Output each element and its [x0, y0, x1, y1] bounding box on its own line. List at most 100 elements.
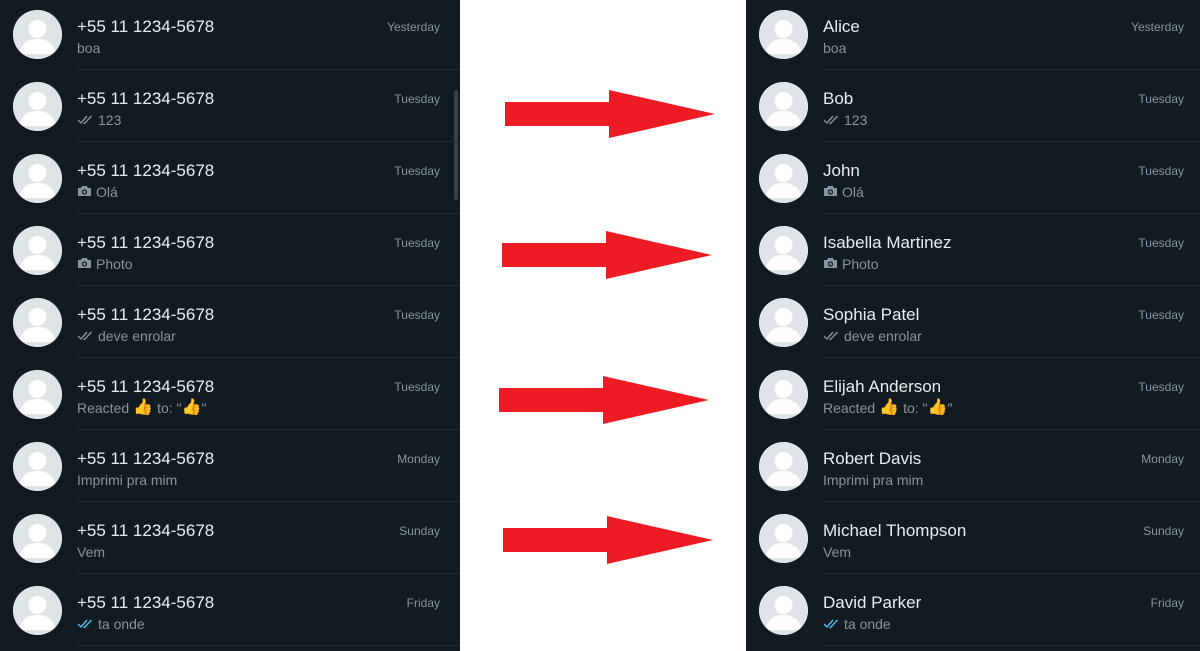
preview-text: boa — [823, 40, 847, 56]
avatar-icon[interactable] — [13, 298, 62, 347]
avatar-icon[interactable] — [13, 586, 62, 635]
message-preview: Photo — [823, 256, 879, 272]
message-preview: Imprimi pra mim — [823, 472, 923, 488]
chat-name: +55 11 1234-5678 — [77, 161, 215, 180]
chat-row[interactable]: +55 11 1234-5678 Monday Imprimi pra mim — [0, 430, 460, 502]
chat-name: +55 11 1234-5678 — [77, 305, 215, 324]
message-preview: deve enrolar — [77, 328, 176, 344]
row-divider — [77, 645, 460, 646]
reaction-to-text: to: " — [157, 400, 182, 416]
preview-text: Olá — [96, 184, 118, 200]
preview-text: deve enrolar — [98, 328, 176, 344]
camera-icon — [823, 184, 838, 200]
chat-row[interactable]: Sophia Patel Tuesday deve enrolar — [746, 286, 1200, 358]
preview-text: ta onde — [844, 616, 891, 632]
avatar-icon[interactable] — [13, 10, 62, 59]
chat-name: +55 11 1234-5678 — [77, 449, 215, 468]
chat-timestamp: Tuesday — [1138, 92, 1184, 106]
avatar-icon[interactable] — [759, 370, 808, 419]
chat-row[interactable]: John Tuesday Olá — [746, 142, 1200, 214]
avatar-icon[interactable] — [759, 82, 808, 131]
message-preview: boa — [823, 40, 846, 56]
preview-text: Reacted — [823, 400, 876, 416]
avatar-icon[interactable] — [13, 82, 62, 131]
chat-name: +55 11 1234-5678 — [77, 233, 215, 252]
chat-row[interactable]: +55 11 1234-5678 Yesterday boa — [0, 0, 460, 70]
chat-row[interactable]: +55 11 1234-5678 Tuesday 123 — [0, 70, 460, 142]
right-arrow-icon — [503, 516, 715, 564]
double-check-icon — [823, 112, 840, 128]
thumbs-up-icon: 👍 — [133, 399, 154, 416]
avatar-icon[interactable] — [759, 226, 808, 275]
preview-text: Vem — [77, 544, 106, 560]
chat-timestamp: Monday — [1141, 452, 1184, 466]
avatar-icon[interactable] — [759, 442, 808, 491]
avatar-icon[interactable] — [13, 442, 62, 491]
chat-timestamp: Yesterday — [387, 20, 440, 34]
chat-name: Isabella Martinez — [823, 233, 952, 252]
chat-timestamp: Sunday — [1143, 524, 1184, 538]
chat-name: Alice — [823, 17, 860, 36]
avatar-icon[interactable] — [13, 514, 62, 563]
preview-text: Imprimi pra mim — [823, 472, 924, 488]
chat-row[interactable]: Bob Tuesday 123 — [746, 70, 1200, 142]
preview-text: Vem — [823, 544, 852, 560]
chat-timestamp: Tuesday — [1138, 164, 1184, 178]
chat-name: Bob — [823, 89, 854, 108]
double-check-icon — [77, 112, 94, 128]
chat-row[interactable]: Alice Yesterday boa — [746, 0, 1200, 70]
chat-timestamp: Tuesday — [394, 164, 440, 178]
preview-text: deve enrolar — [844, 328, 922, 344]
thumbs-up-icon: 👍 — [181, 399, 202, 416]
chat-list-before: +55 11 1234-5678 Yesterday boa +55 11 1234-… — [0, 0, 460, 651]
message-preview: ta onde — [77, 616, 145, 632]
double-check-icon — [823, 616, 840, 632]
avatar-icon[interactable] — [759, 514, 808, 563]
right-arrow-icon — [505, 90, 717, 138]
chat-timestamp: Tuesday — [1138, 380, 1184, 394]
chat-name: Elijah Anderson — [823, 377, 942, 396]
chat-row[interactable]: +55 11 1234-5678 Tuesday deve enrolar — [0, 286, 460, 358]
avatar-icon[interactable] — [13, 226, 62, 275]
chat-name: John — [823, 161, 860, 180]
avatar-icon[interactable] — [13, 154, 62, 203]
right-arrow-icon — [499, 376, 711, 424]
chat-row[interactable]: +55 11 1234-5678 Friday ta onde — [0, 574, 460, 646]
avatar-icon[interactable] — [13, 370, 62, 419]
message-preview: 123 — [77, 112, 121, 128]
preview-text: Reacted — [77, 400, 130, 416]
chat-name: +55 11 1234-5678 — [77, 377, 215, 396]
message-preview: Olá — [77, 184, 118, 200]
chat-timestamp: Tuesday — [1138, 236, 1184, 250]
chat-timestamp: Tuesday — [394, 380, 440, 394]
preview-text: 123 — [98, 112, 122, 128]
message-preview: Reacted 👍 to: " 👍 " — [77, 399, 206, 417]
preview-text: 123 — [844, 112, 868, 128]
avatar-icon[interactable] — [759, 298, 808, 347]
chat-timestamp: Tuesday — [394, 92, 440, 106]
message-preview: ta onde — [823, 616, 891, 632]
chat-row[interactable]: Isabella Martinez Tuesday Photo — [746, 214, 1200, 286]
camera-icon — [823, 256, 838, 272]
chat-row[interactable]: +55 11 1234-5678 Tuesday Olá — [0, 142, 460, 214]
message-preview: Imprimi pra mim — [77, 472, 177, 488]
preview-text: Photo — [96, 256, 133, 272]
chat-timestamp: Friday — [1150, 596, 1184, 610]
chat-row[interactable]: +55 11 1234-5678 Tuesday Photo — [0, 214, 460, 286]
avatar-icon[interactable] — [759, 154, 808, 203]
chat-name: Michael Thompson — [823, 521, 967, 540]
chat-name: Sophia Patel — [823, 305, 920, 324]
thumbs-up-icon: 👍 — [879, 399, 900, 416]
chat-row[interactable]: +55 11 1234-5678 Sunday Vem — [0, 502, 460, 574]
chat-row[interactable]: +55 11 1234-5678 Tuesday Reacted 👍 to: " 👍 " — [0, 358, 460, 430]
chat-row[interactable]: Elijah Anderson Tuesday Reacted 👍 to: " 👍 " — [746, 358, 1200, 430]
chat-name: +55 11 1234-5678 — [77, 17, 215, 36]
chat-timestamp: Sunday — [399, 524, 440, 538]
chat-row[interactable]: David Parker Friday ta onde — [746, 574, 1200, 646]
chat-row[interactable]: Robert Davis Monday Imprimi pra mim — [746, 430, 1200, 502]
avatar-icon[interactable] — [759, 10, 808, 59]
reaction-end-text: " — [947, 400, 953, 416]
preview-text: Photo — [842, 256, 879, 272]
chat-row[interactable]: Michael Thompson Sunday Vem — [746, 502, 1200, 574]
avatar-icon[interactable] — [759, 586, 808, 635]
